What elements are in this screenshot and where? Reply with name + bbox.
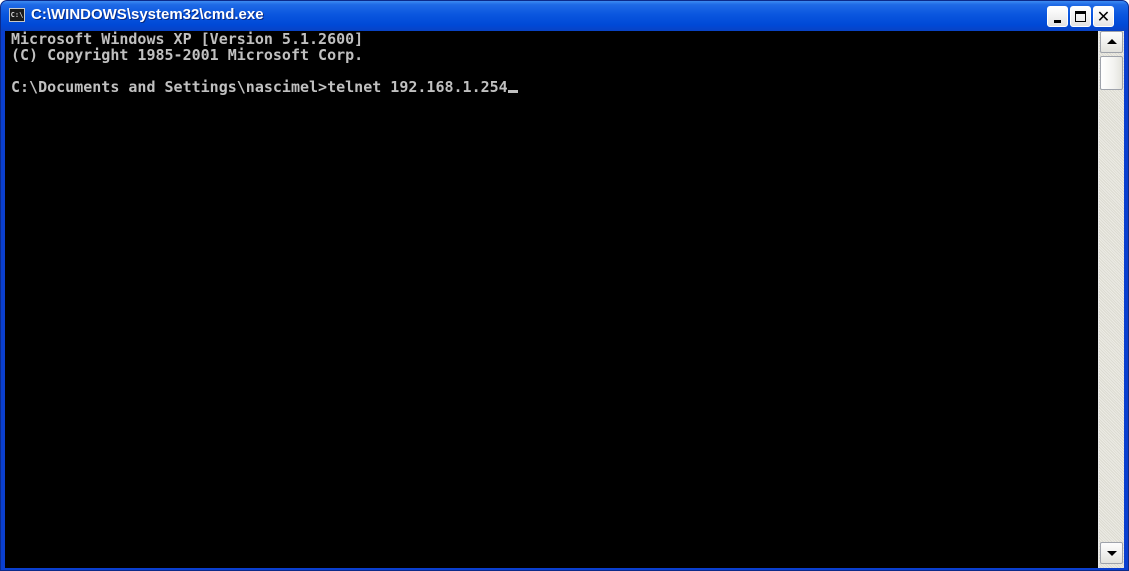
maximize-button[interactable]	[1070, 6, 1091, 27]
console-area[interactable]: Microsoft Windows XP [Version 5.1.2600] …	[5, 31, 1124, 568]
minimize-icon	[1054, 20, 1061, 23]
scroll-down-button[interactable]	[1100, 542, 1123, 564]
scroll-up-button[interactable]	[1100, 31, 1123, 53]
console-app-icon[interactable]: C:\	[9, 8, 25, 22]
command-line[interactable]: C:\Documents and Settings\nascimel>telne…	[11, 79, 1096, 95]
console-window: C:\ C:\WINDOWS\system32\cmd.exe ✕ Micros…	[0, 0, 1129, 571]
vertical-scrollbar[interactable]	[1098, 31, 1124, 568]
arrow-up-icon	[1107, 39, 1117, 44]
text-cursor	[507, 90, 518, 93]
console-line: (C) Copyright 1985-2001 Microsoft Corp.	[11, 46, 364, 64]
minimize-button[interactable]	[1047, 6, 1068, 27]
maximize-icon	[1075, 11, 1086, 22]
close-button[interactable]: ✕	[1093, 6, 1114, 27]
arrow-down-icon	[1107, 551, 1117, 556]
console-line: Microsoft Windows XP [Version 5.1.2600]	[11, 31, 364, 48]
close-icon: ✕	[1096, 7, 1111, 26]
window-title: C:\WINDOWS\system32\cmd.exe	[31, 6, 264, 23]
console-output[interactable]: Microsoft Windows XP [Version 5.1.2600] …	[11, 31, 1096, 568]
command-prompt-text: C:\Documents and Settings\nascimel>telne…	[11, 78, 508, 96]
title-bar[interactable]: C:\ C:\WINDOWS\system32\cmd.exe ✕	[1, 1, 1128, 31]
scrollbar-thumb[interactable]	[1100, 56, 1123, 90]
